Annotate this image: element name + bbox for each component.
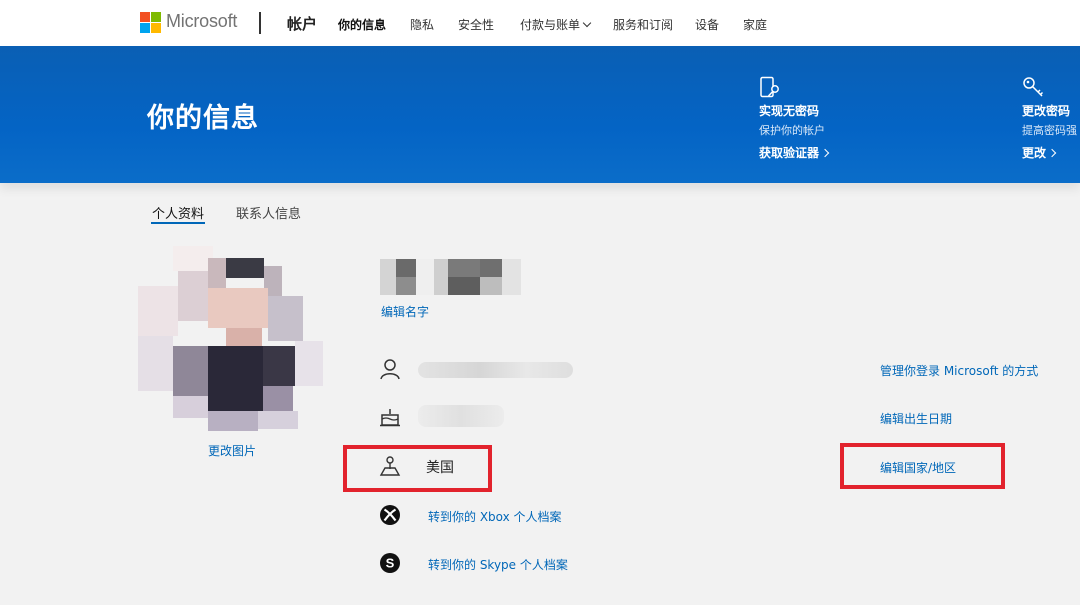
edit-birthdate-link[interactable]: 编辑出生日期	[880, 410, 952, 427]
active-tab-indicator	[151, 222, 205, 224]
account-email-redacted	[418, 362, 573, 378]
nav-divider	[259, 12, 261, 34]
country-highlight-box	[343, 445, 492, 492]
nav-services-subscriptions[interactable]: 服务和订阅	[613, 16, 673, 33]
promo-passwordless: 实现无密码 保护你的帐户 获取验证器	[759, 76, 830, 161]
edit-country-highlight-box	[840, 443, 1005, 489]
person-icon	[380, 359, 400, 380]
key-icon	[1023, 77, 1044, 97]
promo-change-password: 更改密码 提高密码强 更改	[1022, 76, 1077, 161]
xbox-icon	[380, 505, 400, 525]
name-display	[380, 259, 521, 295]
change-picture-link[interactable]: 更改图片	[208, 442, 256, 459]
avatar[interactable]	[138, 246, 323, 436]
page-banner: 你的信息 实现无密码 保护你的帐户 获取验证器 更改密码 提高密码强 更改	[0, 46, 1080, 183]
nav-family[interactable]: 家庭	[743, 16, 767, 33]
xbox-profile-link[interactable]: 转到你的 Xbox 个人档案	[428, 508, 562, 525]
chevron-right-icon	[820, 148, 830, 158]
nav-payment-billing-label: 付款与账单	[520, 18, 581, 32]
nav-devices[interactable]: 设备	[695, 16, 719, 33]
nav-security[interactable]: 安全性	[458, 16, 494, 33]
phone-key-icon	[760, 76, 779, 98]
promo-subtitle: 提高密码强	[1022, 124, 1077, 137]
change-password-link[interactable]: 更改	[1022, 144, 1077, 161]
edit-name-link[interactable]: 编辑名字	[381, 303, 429, 320]
skype-icon: S	[380, 553, 400, 573]
tab-profile[interactable]: 个人资料	[152, 203, 204, 222]
get-authenticator-label: 获取验证器	[759, 146, 820, 160]
birthday-cake-icon	[380, 409, 400, 427]
chevron-down-icon	[582, 18, 592, 28]
chevron-right-icon	[1047, 148, 1057, 158]
promo-subtitle: 保护你的帐户	[759, 124, 825, 137]
microsoft-wordmark[interactable]: Microsoft	[166, 11, 237, 32]
top-navigation: Microsoft 帐户 你的信息 隐私 安全性 付款与账单 服务和订阅 设备 …	[0, 0, 1080, 46]
page-title: 你的信息	[147, 103, 259, 134]
get-authenticator-link[interactable]: 获取验证器	[759, 144, 830, 161]
account-title[interactable]: 帐户	[287, 13, 317, 34]
manage-signin-link[interactable]: 管理你登录 Microsoft 的方式	[880, 362, 1038, 379]
promo-title: 实现无密码	[759, 104, 820, 118]
microsoft-logo-icon[interactable]	[140, 12, 161, 33]
change-password-label: 更改	[1022, 146, 1047, 160]
nav-payment-billing[interactable]: 付款与账单	[520, 16, 592, 33]
promo-title: 更改密码	[1022, 104, 1071, 118]
tab-contact-info[interactable]: 联系人信息	[236, 203, 301, 222]
nav-your-info[interactable]: 你的信息	[338, 16, 386, 33]
birthdate-redacted	[418, 405, 504, 427]
svg-text:S: S	[386, 556, 395, 571]
nav-privacy[interactable]: 隐私	[410, 16, 434, 33]
skype-profile-link[interactable]: 转到你的 Skype 个人档案	[428, 556, 568, 573]
